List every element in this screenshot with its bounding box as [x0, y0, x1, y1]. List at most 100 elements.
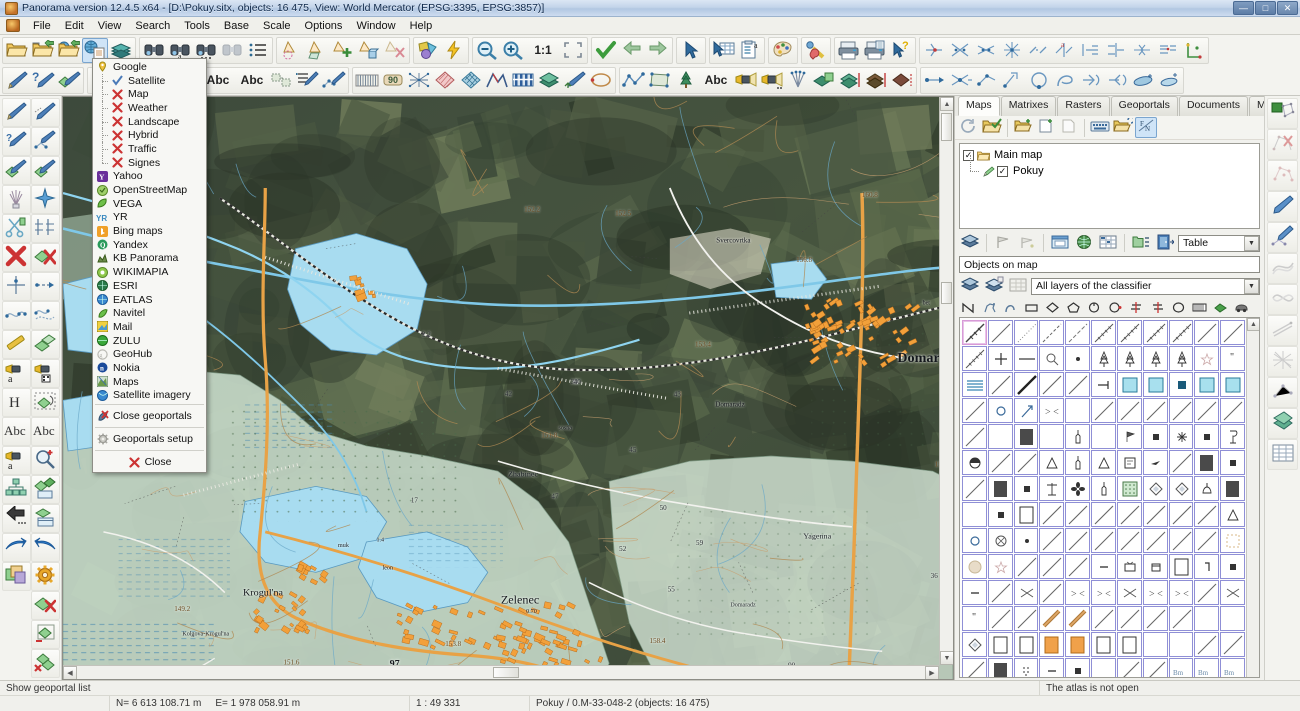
symbol-cell[interactable]	[1091, 424, 1116, 449]
circle-node-button[interactable]	[1026, 68, 1052, 93]
symbol-cell[interactable]	[1039, 606, 1065, 631]
geoportal-item-yandex[interactable]: Q Yandex	[93, 238, 206, 252]
classifier-grid-button[interactable]	[1007, 276, 1029, 297]
pentagon-type-icon[interactable]	[1064, 299, 1083, 315]
node-arrow-button[interactable]	[922, 68, 948, 93]
symbol-cell[interactable]: Bm	[1194, 658, 1220, 677]
flag-left-button[interactable]	[992, 233, 1014, 254]
symbol-cell[interactable]	[1116, 554, 1142, 579]
undo-arrow-button[interactable]	[1, 533, 31, 562]
symbol-cell[interactable]	[1013, 502, 1039, 527]
symbol-cell[interactable]	[1065, 424, 1091, 449]
stack-green-right-button[interactable]	[1267, 408, 1298, 439]
symbol-cell[interactable]	[1013, 554, 1039, 579]
wave-button[interactable]	[1, 301, 31, 330]
polyline-button[interactable]	[621, 68, 647, 93]
symbol-cell[interactable]	[1168, 632, 1194, 657]
arc-button[interactable]	[1052, 68, 1078, 93]
symbol-cell[interactable]	[1168, 476, 1194, 501]
symbol-cell[interactable]	[987, 398, 1013, 423]
print-button[interactable]	[836, 38, 862, 63]
geoportal-item-yahoo[interactable]: Y Yahoo	[93, 170, 206, 184]
green-tag-type-icon[interactable]	[1211, 299, 1230, 315]
symbol-cell[interactable]	[1220, 476, 1245, 501]
symbol-cell[interactable]	[1116, 606, 1142, 631]
grid-button[interactable]	[354, 68, 380, 93]
symbol-cell[interactable]	[1039, 372, 1065, 397]
symbol-cell[interactable]	[962, 554, 987, 579]
green-dash-button[interactable]	[30, 388, 60, 417]
symbol-cell[interactable]	[962, 424, 987, 449]
deer-type-icon[interactable]	[980, 299, 999, 315]
objects-on-map-field[interactable]: Objects on map	[959, 256, 1260, 273]
symbol-cell[interactable]	[1065, 476, 1091, 501]
height-button[interactable]: H	[1, 388, 31, 417]
maximize-button[interactable]: □	[1255, 1, 1276, 15]
smooth-button[interactable]	[1130, 68, 1156, 93]
pen-node-button[interactable]	[30, 127, 60, 156]
symbol-cell[interactable]	[1116, 424, 1142, 449]
symbol-cell[interactable]	[1013, 658, 1039, 677]
symbol-cell[interactable]	[962, 320, 987, 345]
scissors-button[interactable]	[1, 214, 31, 243]
menu-item-window[interactable]: Window	[349, 19, 402, 33]
bars-red2-type-icon[interactable]	[1148, 299, 1167, 315]
symbol-cell[interactable]	[987, 372, 1013, 397]
classifier-layers-button[interactable]	[959, 276, 981, 297]
symbol-cell[interactable]	[1168, 528, 1194, 553]
polyline-type-icon[interactable]	[959, 299, 978, 315]
symbol-cell[interactable]	[987, 476, 1013, 501]
new-doc-button[interactable]	[1035, 117, 1057, 138]
brush-button[interactable]	[1, 185, 31, 214]
curve-button[interactable]	[1267, 253, 1298, 284]
topology-node-button[interactable]	[921, 38, 947, 63]
symbol-cell[interactable]: > <	[1168, 580, 1194, 605]
symbol-palette[interactable]: "> <> <> <> <> <"BmBmBmBmBmBmBmDPP3bP3cP…	[959, 317, 1260, 678]
symbol-cell[interactable]	[1168, 398, 1194, 423]
symbol-cell[interactable]	[1220, 502, 1245, 527]
geoportal-item-openstreetmap[interactable]: OpenStreetMap	[93, 183, 206, 197]
diamond-grid-button[interactable]	[458, 68, 484, 93]
menu-item-base[interactable]: Base	[217, 19, 256, 33]
menu-item-scale[interactable]: Scale	[256, 19, 298, 33]
quick-action-button[interactable]	[441, 38, 467, 63]
geoportal-close-geoportals-item[interactable]: Close geoportals	[93, 407, 206, 425]
move-object-button[interactable]	[30, 330, 60, 359]
node-cross-button[interactable]	[948, 68, 974, 93]
tab-maps[interactable]: Maps	[958, 96, 1000, 116]
symbol-cell[interactable]	[1116, 658, 1142, 677]
topology-merge-button[interactable]	[1129, 38, 1155, 63]
symbol-cell[interactable]	[1220, 398, 1245, 423]
symbol-cell[interactable]	[1194, 502, 1220, 527]
zoom-to-extent-button[interactable]	[560, 38, 586, 63]
symbol-cell[interactable]	[1194, 476, 1220, 501]
add-selection-button[interactable]	[330, 38, 356, 63]
matrix-button[interactable]	[1097, 233, 1119, 254]
pokuy-checkbox[interactable]: ✓	[997, 165, 1008, 177]
symbol-cell[interactable]	[1220, 554, 1245, 579]
menu-item-tools[interactable]: Tools	[177, 19, 217, 33]
list-button[interactable]	[245, 38, 271, 63]
edit-shape-button[interactable]	[56, 68, 82, 93]
geoportal-item-eatlas[interactable]: EATLAS	[93, 293, 206, 307]
symbol-cell[interactable]	[1220, 606, 1245, 631]
symbol-cell[interactable]	[1039, 658, 1065, 677]
fn-toggle-button[interactable]: FN	[1135, 117, 1157, 138]
open-folder-button[interactable]	[1012, 117, 1034, 138]
3d-view-button[interactable]	[415, 38, 441, 63]
invert-selection-button[interactable]	[356, 38, 382, 63]
symbol-cell[interactable]	[1220, 424, 1245, 449]
car-type-icon[interactable]	[1232, 299, 1251, 315]
dark-stack-button[interactable]	[863, 68, 889, 93]
symbol-cell[interactable]	[1220, 580, 1245, 605]
symbol-cell[interactable]	[987, 346, 1013, 371]
keyboard-button[interactable]	[1089, 117, 1111, 138]
geoportal-dropdown-menu[interactable]: Google Satellite Map Weather Landscape Hybrid…	[92, 58, 207, 474]
main-map-checkbox[interactable]: ✓	[963, 149, 974, 161]
symbol-cell[interactable]	[1065, 398, 1091, 423]
node-edit-button[interactable]	[321, 68, 347, 93]
tree-node-main-map[interactable]: ✓ Main map	[963, 147, 1256, 163]
menu-item-options[interactable]: Options	[298, 19, 350, 33]
pen-node-right-button[interactable]	[1267, 222, 1298, 253]
tree-node-pokuy[interactable]: ✓ Pokuy	[963, 155, 1256, 179]
